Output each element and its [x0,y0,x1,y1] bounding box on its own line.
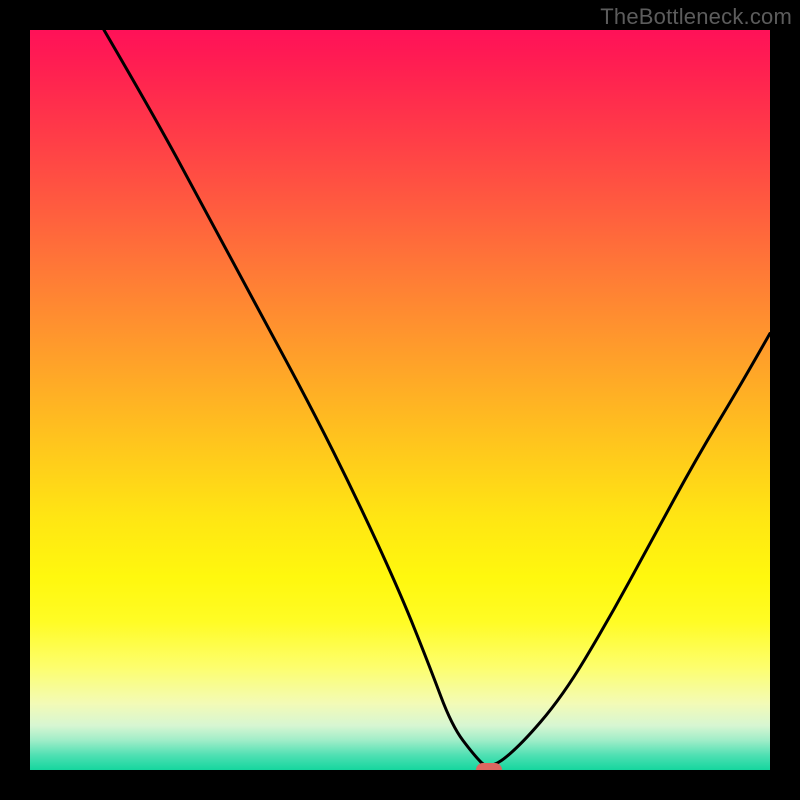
chart-frame: TheBottleneck.com [0,0,800,800]
watermark-text: TheBottleneck.com [600,4,792,30]
plot-area [30,30,770,770]
optimal-point-marker [476,763,502,770]
bottleneck-curve-path [104,30,770,766]
curve-svg [30,30,770,770]
